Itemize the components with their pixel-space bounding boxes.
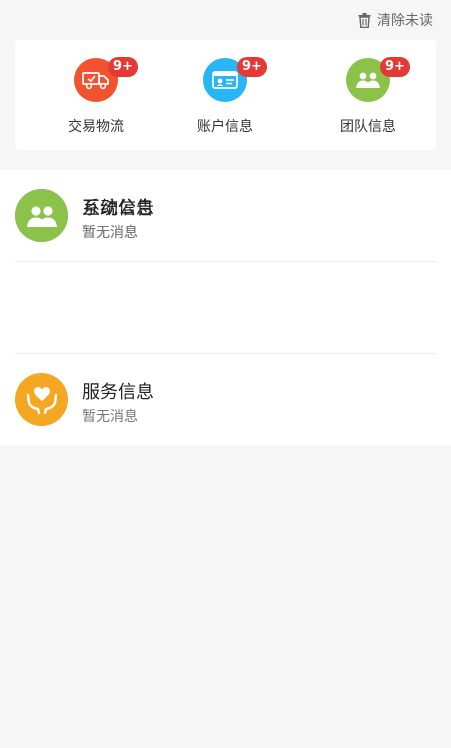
message-item-interaction-info[interactable]: 互动信息 暂无消息 [0,170,451,261]
top-bar: 清除未读 [0,0,451,36]
category-icon-wrap: 9+ [346,57,410,102]
category-label: 交易物流 [68,119,124,135]
message-subtitle: 暂无消息 [82,225,138,241]
unread-badge: 9+ [237,57,267,77]
category-label: 团队信息 [340,119,396,135]
clear-unread-button[interactable]: 清除未读 [358,10,433,30]
unread-badge: 9+ [380,57,410,77]
divider [15,353,436,354]
message-title: 互动信息 [82,198,154,219]
category-card: 9+ 交易物流 9+ 账户信息 9+ 团队信息 [15,40,436,150]
category-icon-wrap: 9+ [74,57,138,102]
category-trade-logistics[interactable]: 9+ 交易物流 [36,57,156,136]
unread-badge: 9+ [108,57,138,77]
users-icon [15,189,68,242]
message-list: 系统公告 暂无消息 服务信息 暂无消息 互动信息 暂无消息 [0,170,451,445]
category-team-info[interactable]: 9+ 团队信息 [308,57,428,136]
message-item-service-info[interactable]: 服务信息 暂无消息 [0,354,451,445]
category-icon-wrap: 9+ [203,57,267,102]
divider [15,261,436,262]
clear-unread-label: 清除未读 [377,13,433,29]
message-title: 服务信息 [82,382,154,403]
heart-hands-icon [15,373,68,426]
trash-icon [358,12,371,28]
category-account-info[interactable]: 9+ 账户信息 [165,57,285,136]
category-label: 账户信息 [197,119,253,135]
message-subtitle: 暂无消息 [82,409,138,425]
